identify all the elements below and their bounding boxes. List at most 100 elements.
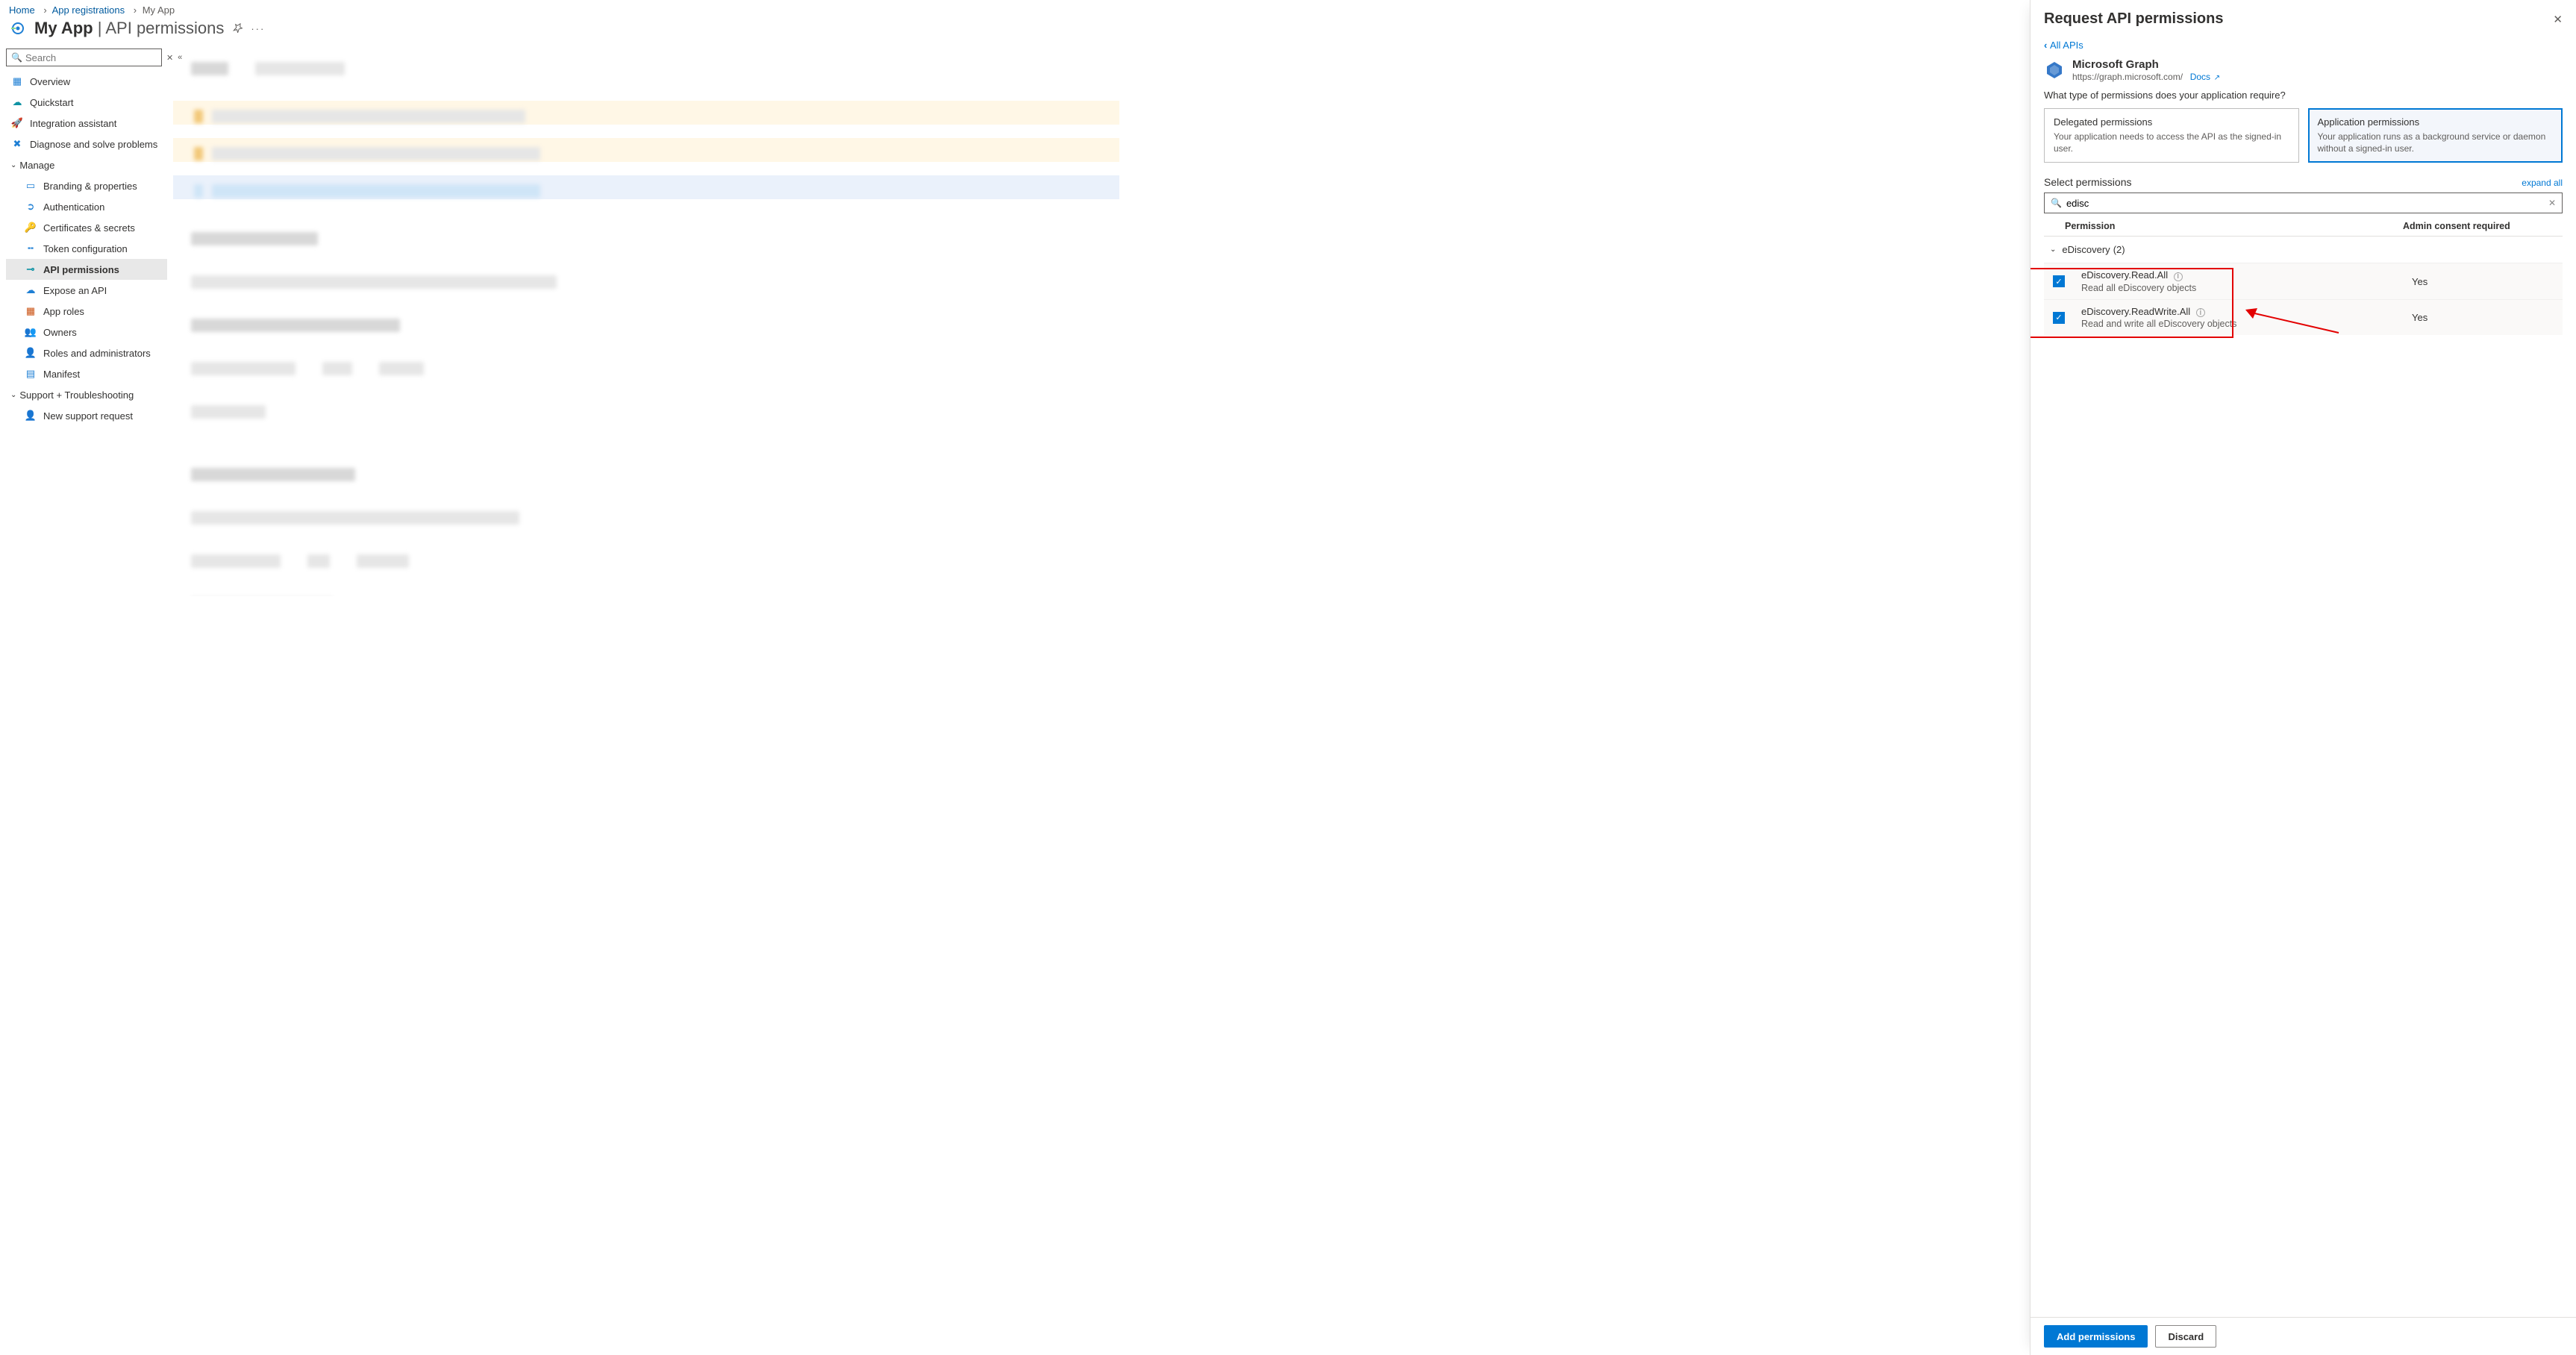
card-desc: Your application needs to access the API… [2054, 131, 2289, 154]
page-title: My App | API permissions [34, 19, 224, 38]
nav-label: Token configuration [43, 243, 128, 254]
app-icon [9, 19, 27, 37]
info-icon[interactable]: i [2174, 272, 2183, 281]
permission-name: eDiscovery.ReadWrite.All [2081, 306, 2190, 317]
page-title-row: My App | API permissions ··· [0, 17, 1119, 44]
expose-icon: ☁ [24, 284, 37, 296]
permission-desc: Read all eDiscovery objects [2081, 283, 2412, 293]
grid-icon: ▦ [10, 75, 24, 87]
clear-search-icon[interactable]: ✕ [2548, 198, 2556, 208]
page-name: API permissions [105, 19, 224, 37]
permission-group-ediscovery[interactable]: ⌄ eDiscovery (2) [2044, 237, 2563, 263]
nav-expose-api[interactable]: ☁ Expose an API [6, 280, 167, 301]
permission-name: eDiscovery.Read.All [2081, 269, 2168, 281]
wrench-icon: ✖ [10, 138, 24, 150]
nav-group-manage[interactable]: ⌄ Manage [6, 154, 167, 175]
checkbox-checked[interactable]: ✓ [2053, 275, 2065, 287]
breadcrumb-sep: › [40, 4, 49, 16]
owners-icon: 👥 [24, 326, 37, 338]
nav-label: Certificates & secrets [43, 222, 135, 234]
external-link-icon: ↗ [2212, 74, 2220, 82]
manifest-icon: ▤ [24, 368, 37, 380]
checkbox-checked[interactable]: ✓ [2053, 312, 2065, 324]
back-to-all-apis[interactable]: All APIs [2044, 40, 2083, 51]
info-icon[interactable]: i [2196, 308, 2205, 317]
admin-consent-value: Yes [2412, 276, 2554, 287]
permission-row-ediscovery-read[interactable]: ✓ eDiscovery.Read.All i Read all eDiscov… [2044, 263, 2563, 299]
nav-label: Expose an API [43, 285, 107, 296]
permission-desc: Read and write all eDiscovery objects [2081, 319, 2412, 329]
chevron-down-icon: ⌄ [10, 391, 16, 399]
api-url: https://graph.microsoft.com/ [2072, 72, 2183, 82]
main-content-blurred [173, 44, 1119, 596]
nav-owners[interactable]: 👥 Owners [6, 322, 167, 342]
pin-icon[interactable] [233, 22, 243, 35]
token-icon: ╍ [24, 242, 37, 254]
nav-branding[interactable]: ▭ Branding & properties [6, 175, 167, 196]
nav-label: Manifest [43, 369, 80, 380]
application-permissions-card[interactable]: Application permissions Your application… [2308, 108, 2563, 163]
permission-row-ediscovery-readwrite[interactable]: ✓ eDiscovery.ReadWrite.All i Read and wr… [2044, 299, 2563, 336]
card-title: Delegated permissions [2054, 116, 2289, 128]
nav-token-config[interactable]: ╍ Token configuration [6, 238, 167, 259]
sidebar-search-input[interactable] [25, 52, 157, 63]
nav-new-support-request[interactable]: 👤 New support request [6, 405, 167, 426]
close-panel-icon[interactable]: ✕ [2553, 13, 2563, 26]
nav-integration-assistant[interactable]: 🚀 Integration assistant [6, 113, 167, 134]
nav-label: Diagnose and solve problems [30, 139, 157, 150]
card-title: Application permissions [2318, 116, 2554, 128]
nav-certificates[interactable]: 🔑 Certificates & secrets [6, 217, 167, 238]
nav-quickstart[interactable]: ☁ Quickstart [6, 92, 167, 113]
permission-search-input[interactable] [2066, 198, 2548, 209]
nav-label: Roles and administrators [43, 348, 151, 359]
breadcrumb-sep: › [131, 4, 140, 16]
col-permission: Permission [2065, 221, 2403, 231]
permission-search[interactable]: 🔍 ✕ [2044, 193, 2563, 213]
card-desc: Your application runs as a background se… [2318, 131, 2554, 154]
discard-button[interactable]: Discard [2155, 1325, 2216, 1348]
nav-label: New support request [43, 410, 133, 422]
app-roles-icon: ▦ [24, 305, 37, 317]
docs-link[interactable]: Docs ↗ [2190, 72, 2221, 82]
expand-all-link[interactable]: expand all [2522, 178, 2563, 188]
nav-roles-admin[interactable]: 👤 Roles and administrators [6, 342, 167, 363]
clear-search-icon[interactable]: ✕ [166, 53, 173, 63]
delegated-permissions-card[interactable]: Delegated permissions Your application n… [2044, 108, 2299, 163]
auth-icon: ➲ [24, 201, 37, 213]
admin-consent-value: Yes [2412, 312, 2554, 323]
nav-label: Integration assistant [30, 118, 116, 129]
rocket-icon: 🚀 [10, 117, 24, 129]
search-icon: 🔍 [2051, 198, 2062, 208]
nav-label: Owners [43, 327, 77, 338]
nav-label: Authentication [43, 201, 104, 213]
cloud-icon: ☁ [10, 96, 24, 108]
permission-type-question: What type of permissions does your appli… [2044, 90, 2563, 101]
api-permissions-icon: ⊸ [24, 263, 37, 275]
branding-icon: ▭ [24, 180, 37, 192]
col-admin-consent: Admin consent required [2403, 221, 2545, 231]
nav-overview[interactable]: ▦ Overview [6, 71, 167, 92]
nav-api-permissions[interactable]: ⊸ API permissions [6, 259, 167, 280]
breadcrumb-home[interactable]: Home [9, 4, 38, 16]
nav-diagnose[interactable]: ✖ Diagnose and solve problems [6, 134, 167, 154]
api-name: Microsoft Graph [2072, 58, 2220, 71]
nav-app-roles[interactable]: ▦ App roles [6, 301, 167, 322]
sidebar: 🔍 ✕ « ▦ Overview ☁ Quickstart 🚀 Integrat… [0, 44, 173, 596]
nav-group-label: Manage [19, 160, 54, 171]
roles-icon: 👤 [24, 347, 37, 359]
group-count: (2) [2113, 244, 2125, 255]
nav-label: Quickstart [30, 97, 74, 108]
nav-authentication[interactable]: ➲ Authentication [6, 196, 167, 217]
breadcrumb: Home › App registrations › My App [0, 0, 1119, 17]
nav-manifest[interactable]: ▤ Manifest [6, 363, 167, 384]
nav-group-support[interactable]: ⌄ Support + Troubleshooting [6, 384, 167, 405]
key-icon: 🔑 [24, 222, 37, 234]
add-permissions-button[interactable]: Add permissions [2044, 1325, 2148, 1348]
sidebar-search[interactable]: 🔍 [6, 48, 162, 66]
nav-label: Branding & properties [43, 181, 137, 192]
search-icon: 🔍 [11, 52, 22, 63]
nav-label: App roles [43, 306, 84, 317]
select-permissions-label: Select permissions [2044, 176, 2132, 188]
more-icon[interactable]: ··· [251, 23, 265, 34]
breadcrumb-app-registrations[interactable]: App registrations [52, 4, 128, 16]
